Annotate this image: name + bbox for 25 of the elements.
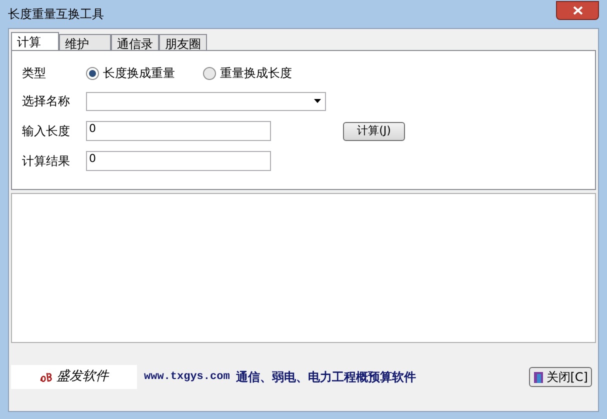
tab[interactable]: 维护: [59, 34, 111, 50]
calculate-button[interactable]: 计算(J): [343, 122, 405, 140]
brand-name: 盛发软件: [56, 368, 108, 386]
door-icon: [533, 370, 544, 384]
tab[interactable]: 通信录: [111, 34, 159, 50]
radio-button[interactable]: [203, 66, 216, 80]
radio-label: 重量换成长度: [220, 65, 292, 82]
logo-icon: [40, 371, 54, 383]
close-button[interactable]: [556, 1, 599, 20]
field-label: 输入长度: [22, 123, 71, 140]
close-dialog-button[interactable]: 关闭[C]: [529, 367, 592, 387]
tab[interactable]: 朋友圈: [159, 34, 207, 50]
radio-label: 长度换成重量: [103, 65, 175, 82]
dropdown-arrow-icon: [314, 99, 321, 103]
length-input[interactable]: 0: [86, 121, 271, 141]
field-label: 计算结果: [22, 153, 71, 170]
tab[interactable]: 计算: [11, 32, 59, 50]
slogan: 通信、弱电、电力工程概预算软件: [236, 369, 416, 386]
result-field[interactable]: 0: [86, 151, 271, 171]
window-title: 长度重量互换工具: [8, 6, 104, 23]
close-icon: [572, 6, 582, 15]
field-label: 选择名称: [22, 93, 71, 110]
radio-button[interactable]: [86, 66, 99, 80]
website-url: www.txgys.com: [144, 370, 230, 385]
field-label: 类型: [22, 65, 47, 82]
